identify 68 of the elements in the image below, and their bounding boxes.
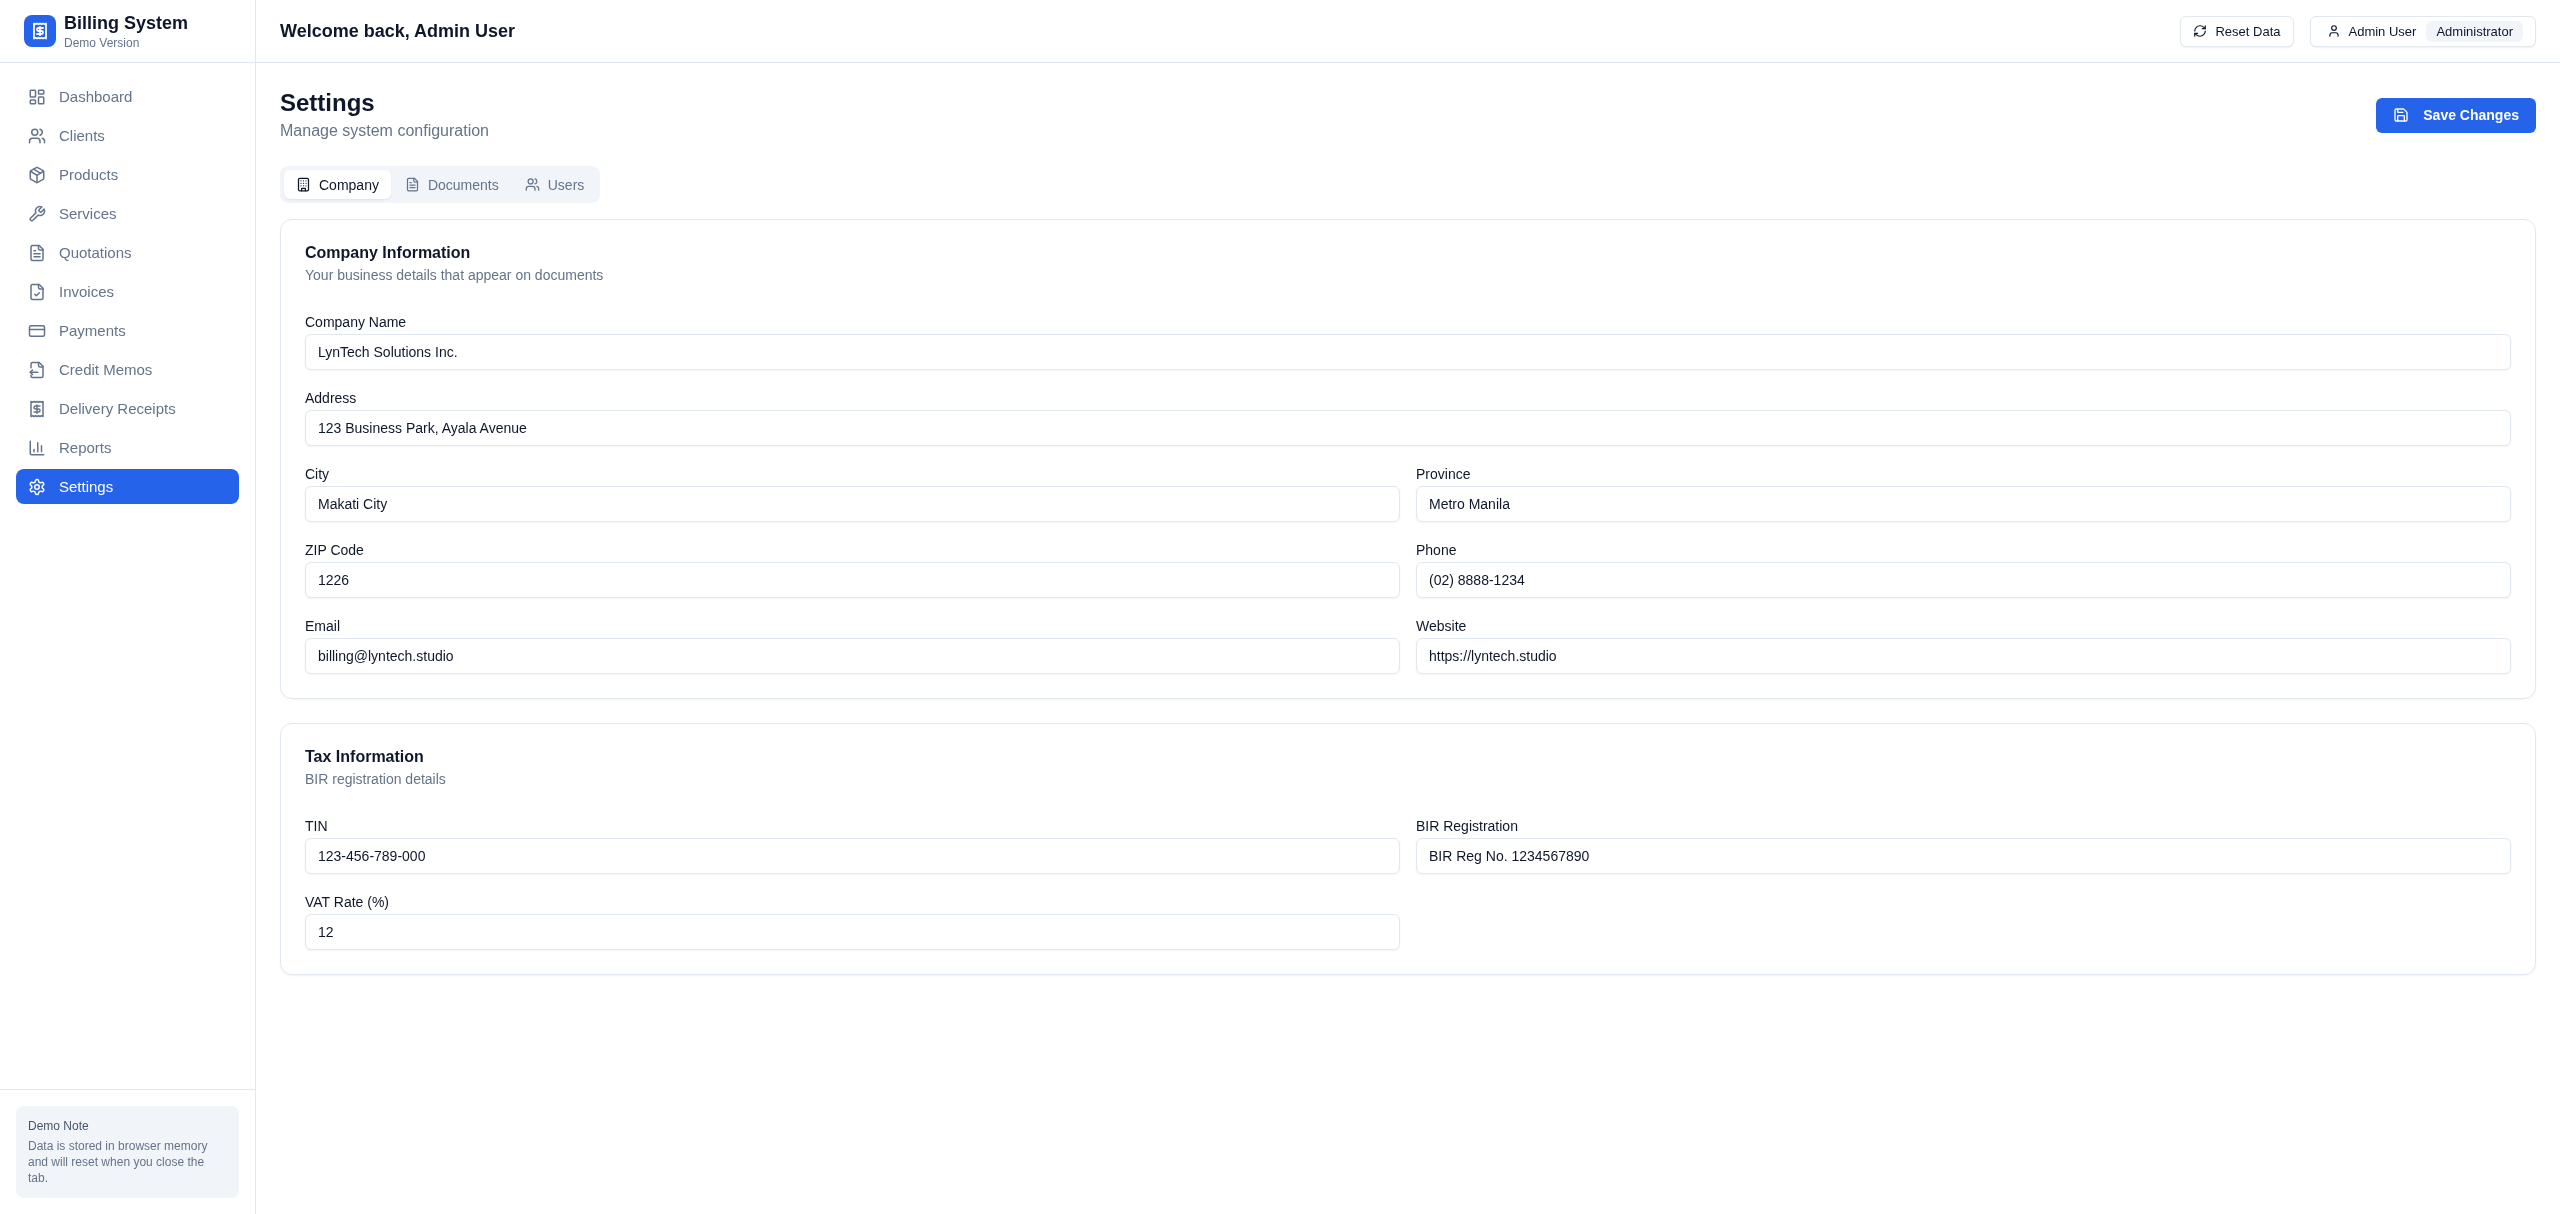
sidebar-item[interactable]: Payments bbox=[16, 313, 239, 348]
section-description: Your business details that appear on documents bbox=[305, 266, 605, 285]
save-icon bbox=[2393, 107, 2410, 123]
note-title: Demo Note bbox=[28, 1118, 90, 1134]
page-subtitle: Manage system configuration bbox=[280, 121, 489, 141]
input-field[interactable]: LynTech Solutions Inc. bbox=[305, 334, 2511, 370]
input-field[interactable]: https://lyntech.studio bbox=[1416, 638, 2511, 674]
save-button[interactable]: Save Changes bbox=[2376, 97, 2536, 133]
field-label: Company Name bbox=[305, 314, 408, 330]
document-check-icon bbox=[28, 282, 46, 301]
document-icon bbox=[28, 243, 46, 262]
document-arrow-icon bbox=[28, 360, 46, 379]
field-label: Website bbox=[1416, 618, 1468, 634]
page-title: Settings bbox=[280, 88, 376, 118]
section-title: Tax Information bbox=[305, 747, 425, 767]
input-field[interactable]: 12 bbox=[305, 914, 1400, 950]
section-title: Company Information bbox=[305, 243, 472, 263]
note-text: Data is stored in browser memory and will reset when you close the tab. bbox=[28, 1138, 209, 1186]
input-field[interactable]: Makati City bbox=[305, 486, 1400, 522]
sidebar-item[interactable]: Quotations bbox=[16, 235, 239, 270]
field-label: ZIP Code bbox=[305, 542, 365, 558]
receipt-logo-icon bbox=[24, 15, 56, 47]
sidebar-item[interactable]: Invoices bbox=[16, 274, 239, 309]
grid-icon bbox=[28, 87, 46, 106]
input-field[interactable]: billing@lyntech.studio bbox=[305, 638, 1400, 674]
building-icon bbox=[296, 177, 311, 192]
reset-button[interactable]: Reset Data bbox=[2180, 15, 2294, 47]
refresh-icon bbox=[2193, 24, 2208, 38]
box-icon bbox=[28, 165, 46, 184]
field-label: City bbox=[305, 466, 331, 482]
wrench-icon bbox=[28, 204, 46, 223]
sidebar-item[interactable]: Services bbox=[16, 196, 239, 231]
tab[interactable]: Company bbox=[284, 170, 391, 199]
field-label: BIR Registration bbox=[1416, 818, 1519, 834]
users-icon bbox=[28, 126, 46, 145]
sidebar-item[interactable]: Products bbox=[16, 157, 239, 192]
user-menu-button[interactable]: Admin User Administrator bbox=[2309, 15, 2536, 47]
input-field[interactable]: 123 Business Park, Ayala Avenue bbox=[305, 410, 2511, 446]
role-badge: Administrator bbox=[2426, 20, 2523, 42]
field-label: Address bbox=[305, 390, 358, 406]
input-field[interactable]: Metro Manila bbox=[1416, 486, 2511, 522]
sidebar-item[interactable]: Clients bbox=[16, 118, 239, 153]
users-icon bbox=[524, 177, 540, 192]
bar-chart-icon bbox=[28, 438, 46, 457]
sidebar-item[interactable]: Credit Memos bbox=[16, 352, 239, 387]
input-field[interactable]: (02) 8888-1234 bbox=[1416, 562, 2511, 598]
field-label: Province bbox=[1416, 466, 1472, 482]
input-field[interactable]: 123-456-789-000 bbox=[305, 838, 1400, 874]
document-icon bbox=[404, 177, 420, 192]
section-description: BIR registration details bbox=[305, 770, 447, 789]
input-field[interactable]: 1226 bbox=[305, 562, 1400, 598]
field-label: Email bbox=[305, 618, 341, 634]
user-icon bbox=[2326, 24, 2341, 38]
sidebar-item[interactable]: Reports bbox=[16, 430, 239, 465]
welcome-text: Welcome back, Admin User bbox=[280, 20, 516, 42]
sidebar-item[interactable]: Delivery Receipts bbox=[16, 391, 239, 426]
receipt-icon bbox=[28, 399, 46, 418]
settings-icon bbox=[28, 477, 46, 496]
tab[interactable]: Users bbox=[512, 170, 597, 199]
app-subtitle: Demo Version bbox=[64, 34, 141, 51]
app-title: Billing System bbox=[64, 11, 189, 34]
tab[interactable]: Documents bbox=[392, 170, 511, 199]
sidebar-item[interactable]: Settings bbox=[16, 469, 239, 504]
sidebar-item[interactable]: Dashboard bbox=[16, 79, 239, 114]
field-label: Phone bbox=[1416, 542, 1458, 558]
input-field[interactable]: BIR Reg No. 1234567890 bbox=[1416, 838, 2511, 874]
field-label: TIN bbox=[305, 818, 329, 834]
field-label: VAT Rate (%) bbox=[305, 894, 391, 910]
